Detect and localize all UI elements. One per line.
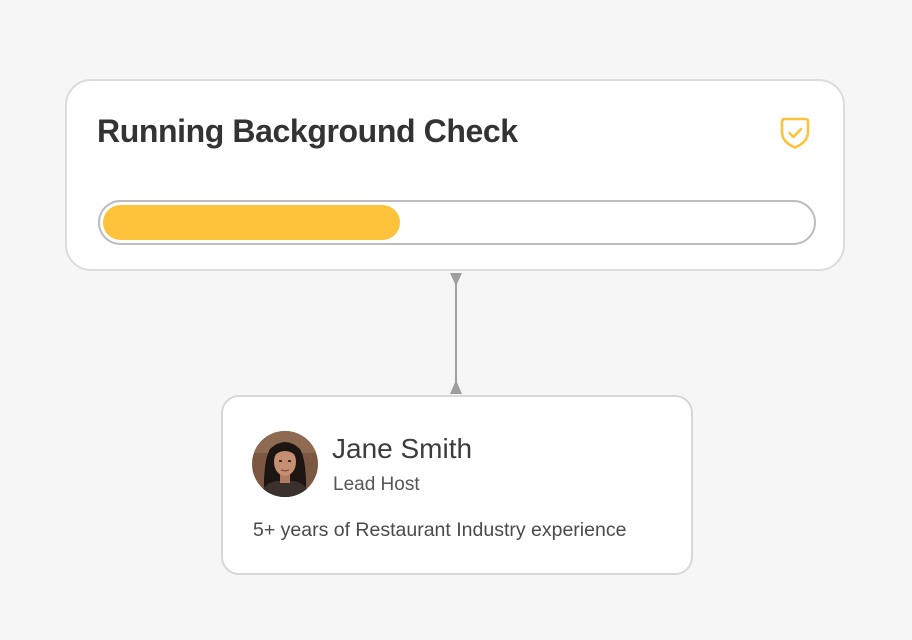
avatar (252, 431, 318, 497)
shield-check-icon (779, 116, 811, 150)
person-bio: 5+ years of Restaurant Industry experien… (253, 519, 627, 541)
person-role: Lead Host (333, 474, 420, 495)
person-name: Jane Smith (332, 433, 473, 464)
progress-bar-fill (103, 205, 401, 240)
background-check-card: Running Background Check (65, 79, 845, 271)
progress-bar (98, 200, 816, 245)
connector-line (450, 273, 462, 394)
check-title: Running Background Check (97, 113, 518, 149)
candidate-card[interactable]: Jane Smith Lead Host 5+ years of Restaur… (221, 395, 693, 575)
